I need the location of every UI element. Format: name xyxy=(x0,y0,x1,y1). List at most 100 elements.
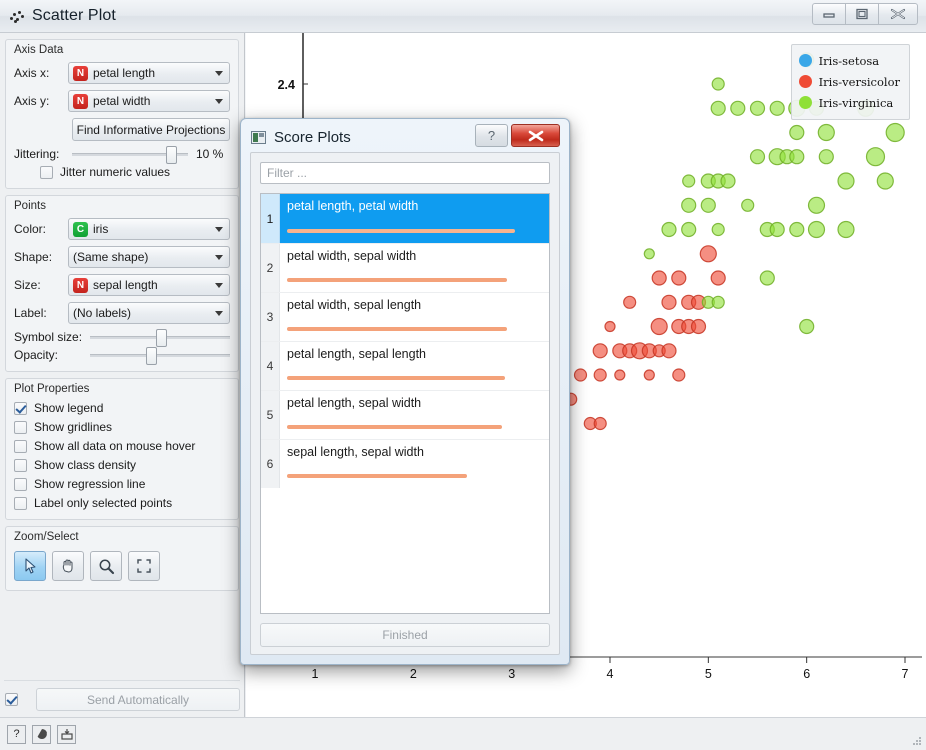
show-legend-row[interactable]: Show legend xyxy=(14,401,230,415)
scatter-point[interactable] xyxy=(593,416,607,431)
scatter-point[interactable] xyxy=(741,198,755,212)
scatter-point[interactable] xyxy=(643,369,655,381)
jittering-slider[interactable] xyxy=(72,145,188,164)
report-icon[interactable] xyxy=(32,724,51,744)
select-pointer-tool[interactable] xyxy=(14,551,46,581)
show-class-density-row[interactable]: Show class density xyxy=(14,458,230,472)
scatter-point[interactable] xyxy=(710,100,726,116)
opacity-slider[interactable] xyxy=(90,346,230,365)
score-plots-list[interactable]: 1 petal length, petal width 2 petal width, … xyxy=(260,193,550,614)
finished-button[interactable]: Finished xyxy=(260,623,550,647)
scatter-point[interactable] xyxy=(799,318,815,335)
show-regression-line-checkbox[interactable] xyxy=(14,477,27,491)
scatter-point[interactable] xyxy=(643,248,655,260)
show-legend-checkbox[interactable] xyxy=(14,401,27,415)
score-plot-row[interactable]: 3 petal width, sepal length xyxy=(261,292,549,341)
scatter-point[interactable] xyxy=(837,172,855,190)
legend-item-iris-versicolor[interactable]: Iris-versicolor xyxy=(798,71,900,92)
score-plot-row[interactable]: 6 sepal length, sepal width xyxy=(261,439,549,488)
symbol-size-slider[interactable] xyxy=(90,328,230,347)
scatter-point[interactable] xyxy=(876,172,894,190)
scatter-point[interactable] xyxy=(730,100,746,116)
label-only-selected-checkbox[interactable] xyxy=(14,496,27,510)
scatter-point[interactable] xyxy=(711,77,725,91)
scatter-point[interactable] xyxy=(651,270,667,286)
send-automatically-checkbox[interactable] xyxy=(5,693,18,706)
scatter-point[interactable] xyxy=(661,294,677,310)
score-plot-row[interactable]: 2 petal width, sepal width xyxy=(261,243,549,292)
dialog-close-button[interactable] xyxy=(511,124,560,147)
size-combobox[interactable]: N sepal length xyxy=(68,274,230,296)
scatter-point[interactable] xyxy=(681,221,697,238)
jitter-numeric-values-checkbox[interactable] xyxy=(40,165,53,179)
scatter-point[interactable] xyxy=(593,368,607,382)
scatter-point[interactable] xyxy=(710,270,726,286)
window-resize-grip[interactable] xyxy=(911,735,923,747)
opacity-slider-handle[interactable] xyxy=(146,346,157,365)
show-class-density-checkbox[interactable] xyxy=(14,458,27,472)
scatter-point[interactable] xyxy=(671,270,687,286)
legend-item-iris-virginica[interactable]: Iris-virginica xyxy=(798,92,900,113)
scatter-point[interactable] xyxy=(661,343,677,359)
minimize-button[interactable] xyxy=(812,3,846,25)
pan-hand-tool[interactable] xyxy=(52,551,84,581)
scatter-point[interactable] xyxy=(769,100,785,116)
score-plot-row[interactable]: 1 petal length, petal width xyxy=(261,194,549,243)
maximize-button[interactable] xyxy=(845,3,879,25)
send-automatically-button[interactable]: Send Automatically xyxy=(36,688,240,711)
score-plot-row[interactable]: 5 petal length, sepal width xyxy=(261,390,549,439)
zoom-magnifier-tool[interactable] xyxy=(90,551,122,581)
scatter-point[interactable] xyxy=(749,100,766,116)
plot-legend[interactable]: Iris-setosa Iris-versicolor Iris-virgini… xyxy=(790,44,910,120)
scatter-point[interactable] xyxy=(789,124,805,141)
show-gridlines-checkbox[interactable] xyxy=(14,420,27,434)
scatter-point[interactable] xyxy=(661,221,677,238)
scatter-point[interactable] xyxy=(650,317,668,336)
scatter-point[interactable] xyxy=(711,222,725,237)
scatter-point[interactable] xyxy=(672,368,686,382)
scatter-point[interactable] xyxy=(817,123,835,142)
scatter-point[interactable] xyxy=(690,318,707,335)
shape-combobox[interactable]: (Same shape) xyxy=(68,246,230,268)
color-combobox[interactable]: C iris xyxy=(68,218,230,240)
scatter-point[interactable] xyxy=(759,270,775,286)
scatter-point[interactable] xyxy=(818,149,834,165)
show-all-data-hover-row[interactable]: Show all data on mouse hover xyxy=(14,439,230,453)
scatter-point[interactable] xyxy=(720,173,736,189)
axis-x-combobox[interactable]: N petal length xyxy=(68,62,230,84)
scatter-point[interactable] xyxy=(682,174,696,188)
scatter-point[interactable] xyxy=(681,197,697,213)
show-all-data-hover-checkbox[interactable] xyxy=(14,439,27,453)
scatter-point[interactable] xyxy=(807,196,826,214)
scatter-point[interactable] xyxy=(865,147,886,167)
filter-input[interactable]: Filter ... xyxy=(260,162,550,184)
axis-y-combobox[interactable]: N petal width xyxy=(68,90,230,112)
legend-item-iris-setosa[interactable]: Iris-setosa xyxy=(798,50,900,71)
scatter-point[interactable] xyxy=(749,149,766,165)
score-plot-row[interactable]: 4 petal length, sepal length xyxy=(261,341,549,390)
save-icon[interactable] xyxy=(57,724,76,744)
scatter-point[interactable] xyxy=(592,343,608,359)
scatter-point[interactable] xyxy=(837,220,855,239)
find-informative-projections-button[interactable]: Find Informative Projections xyxy=(72,118,230,141)
help-icon[interactable]: ? xyxy=(7,724,26,744)
scatter-point[interactable] xyxy=(604,320,616,333)
show-regression-line-row[interactable]: Show regression line xyxy=(14,477,230,491)
scatter-point[interactable] xyxy=(789,149,805,165)
scatter-point[interactable] xyxy=(789,221,805,238)
scatter-point[interactable] xyxy=(623,295,637,309)
show-gridlines-row[interactable]: Show gridlines xyxy=(14,420,230,434)
label-only-selected-row[interactable]: Label only selected points xyxy=(14,496,230,510)
scatter-point[interactable] xyxy=(573,368,588,382)
score-plots-dialog[interactable]: Score Plots ? Filter ... 1 petal length, … xyxy=(240,118,570,665)
scatter-point[interactable] xyxy=(699,245,717,263)
scatter-point[interactable] xyxy=(807,220,826,239)
jittering-slider-handle[interactable] xyxy=(165,145,177,164)
symbol-size-slider-handle[interactable] xyxy=(155,328,167,347)
scatter-point[interactable] xyxy=(614,369,626,381)
label-combobox[interactable]: (No labels) xyxy=(68,302,230,324)
scatter-point[interactable] xyxy=(769,221,785,238)
scatter-point[interactable] xyxy=(711,295,725,309)
close-button[interactable] xyxy=(878,3,918,25)
dialog-help-button[interactable]: ? xyxy=(475,124,508,147)
